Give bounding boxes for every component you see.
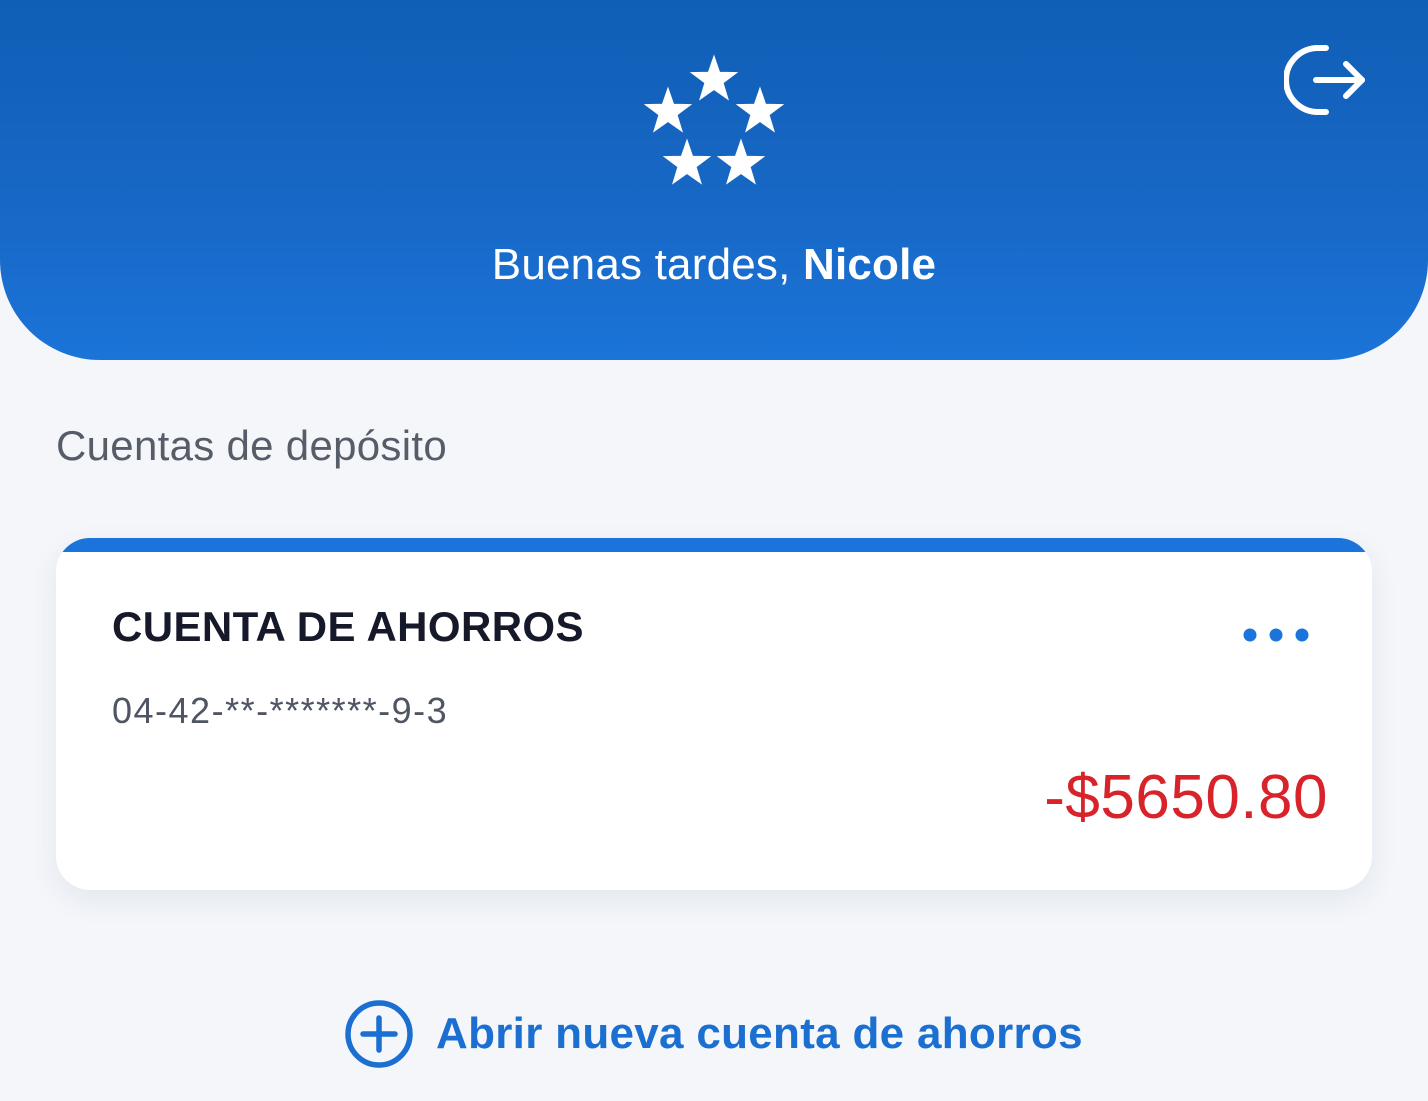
section-title: Cuentas de depósito xyxy=(56,422,447,469)
user-name: Nicole xyxy=(802,240,937,289)
open-savings-account-label: Abrir nueva cuenta de ahorros xyxy=(436,1009,1083,1058)
account-balance: -$5650.80 xyxy=(1044,763,1328,832)
card-accent-bar xyxy=(56,538,1372,552)
account-type-label: CUENTA DE AHORROS xyxy=(112,603,584,650)
header-banner: Buenas tardes, Nicole xyxy=(0,0,1428,360)
greeting-text: Buenas tardes, Nicole xyxy=(0,240,1428,290)
home-screen: Buenas tardes, Nicole Cuentas de depósit… xyxy=(0,0,1428,1101)
more-horizontal-icon[interactable] xyxy=(1238,620,1314,650)
five-stars-logo-icon xyxy=(644,55,784,184)
greeting-prefix: Buenas tardes, xyxy=(491,240,803,289)
account-number: 04-42-**-*******-9-3 xyxy=(112,690,449,731)
open-savings-account-button[interactable]: Abrir nueva cuenta de ahorros xyxy=(344,998,1083,1070)
logout-icon[interactable] xyxy=(1284,40,1368,120)
plus-circle-icon xyxy=(345,1000,413,1068)
